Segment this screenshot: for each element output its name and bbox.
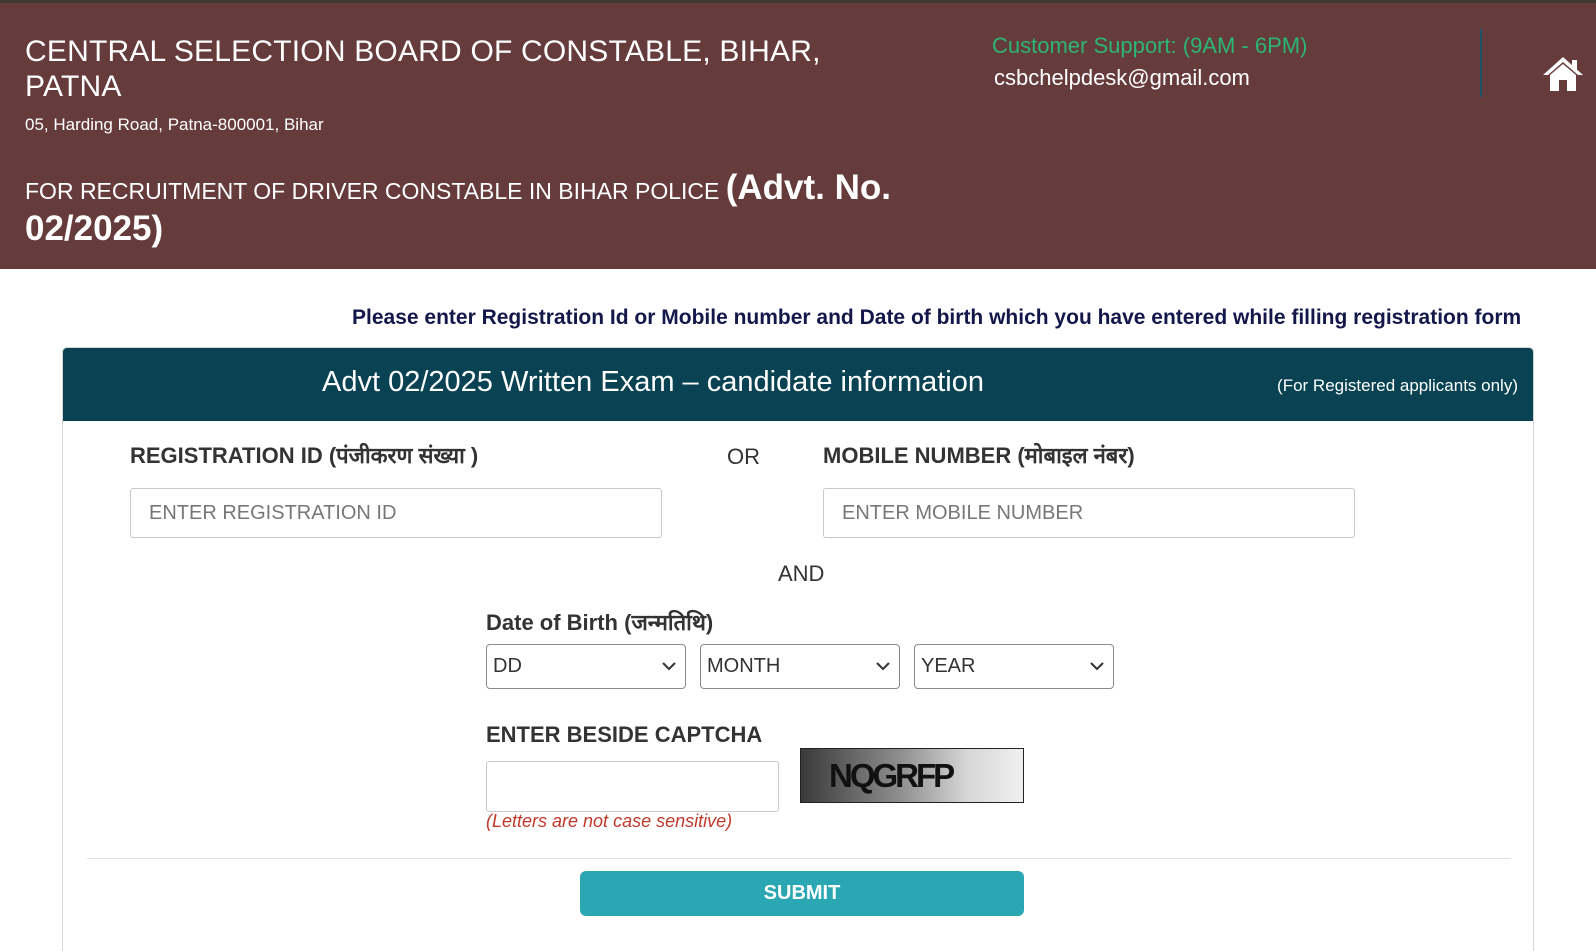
recruitment-title: FOR RECRUITMENT OF DRIVER CONSTABLE IN B…	[25, 169, 905, 251]
and-separator: AND	[778, 561, 825, 586]
registration-id-label: REGISTRATION ID (पंजीकरण संख्या )	[130, 443, 479, 468]
mobile-number-label: MOBILE NUMBER (मोबाइल नंबर)	[823, 443, 1135, 468]
home-button[interactable]	[1542, 55, 1584, 93]
header-divider	[1480, 29, 1482, 97]
org-address: 05, Harding Road, Patna-800001, Bihar	[25, 115, 324, 134]
submit-button[interactable]: SUBMIT	[580, 871, 1024, 916]
captcha-input[interactable]	[486, 761, 779, 812]
captcha-label: ENTER BESIDE CAPTCHA	[486, 722, 763, 747]
mobile-number-input[interactable]	[823, 488, 1355, 538]
recruitment-text: FOR RECRUITMENT OF DRIVER CONSTABLE IN B…	[25, 178, 726, 204]
site-header: CENTRAL SELECTION BOARD OF CONSTABLE, BI…	[0, 0, 1596, 269]
dob-day-select[interactable]: DD	[486, 644, 686, 689]
instruction-text: Please enter Registration Id or Mobile n…	[352, 306, 1522, 329]
home-icon	[1543, 57, 1583, 91]
case-sensitivity-note: (Letters are not case sensitive)	[486, 811, 733, 831]
chevron-down-icon	[1090, 662, 1104, 671]
dob-month-select[interactable]: MONTH	[700, 644, 900, 689]
captcha-image: NQGRFP	[800, 748, 1024, 803]
dob-month-value: MONTH	[707, 655, 781, 677]
org-title: CENTRAL SELECTION BOARD OF CONSTABLE, BI…	[25, 35, 821, 103]
chevron-down-icon	[662, 662, 676, 671]
customer-support-label: Customer Support: (9AM - 6PM)	[992, 33, 1308, 58]
support-email[interactable]: csbchelpdesk@gmail.com	[994, 65, 1250, 91]
dob-year-select[interactable]: YEAR	[914, 644, 1114, 689]
panel-title: Advt 02/2025 Written Exam – candidate in…	[322, 366, 985, 398]
dob-label: Date of Birth (जन्मतिथि)	[486, 610, 714, 635]
candidate-info-panel: Advt 02/2025 Written Exam – candidate in…	[62, 347, 1534, 951]
panel-note: (For Registered applicants only)	[1277, 376, 1518, 395]
dob-year-value: YEAR	[921, 655, 976, 677]
registration-id-input[interactable]	[130, 488, 662, 538]
dob-day-value: DD	[493, 655, 522, 677]
panel-header: Advt 02/2025 Written Exam – candidate in…	[63, 348, 1533, 421]
chevron-down-icon	[876, 662, 890, 671]
or-separator: OR	[727, 444, 760, 469]
divider	[87, 858, 1511, 859]
captcha-code: NQGRFP	[829, 757, 955, 794]
